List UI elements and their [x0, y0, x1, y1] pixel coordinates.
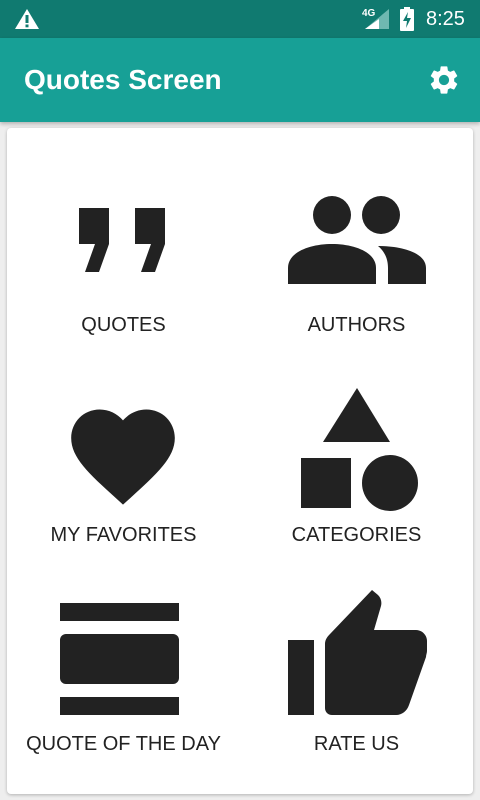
settings-button[interactable] [424, 60, 464, 100]
quote-of-the-day-tile[interactable]: QUOTE OF THE DAY [7, 599, 240, 800]
categories-label: CATEGORIES [291, 524, 422, 546]
my-favorites-label: MY FAVORITES [50, 524, 197, 546]
battery-charging-icon [400, 7, 414, 31]
signal-icon [365, 9, 389, 29]
quotes-label: QUOTES [81, 314, 166, 336]
quote-icon [79, 208, 165, 272]
page-title: Quotes Screen [24, 64, 222, 95]
categories-tile[interactable]: CATEGORIES [240, 388, 473, 600]
authors-label: AUTHORS [307, 314, 406, 336]
rate-us-label: RATE US [313, 733, 400, 755]
status-bar: 4G 8:25 [0, 0, 480, 38]
heart-icon [71, 409, 175, 505]
quotes-tile[interactable]: QUOTES [7, 180, 240, 390]
my-favorites-tile[interactable]: MY FAVORITES [7, 390, 240, 600]
authors-tile[interactable]: AUTHORS [240, 180, 473, 390]
thumb-up-icon [288, 590, 427, 715]
app-bar: Quotes Screen [0, 38, 480, 122]
clock: 8:25 [426, 8, 465, 30]
gear-icon [430, 66, 458, 94]
shapes-icon [301, 388, 418, 511]
warning-icon [15, 9, 39, 29]
view-day-icon [60, 603, 179, 715]
rate-us-tile[interactable]: RATE US [240, 590, 473, 800]
quote-of-the-day-label: QUOTE OF THE DAY [26, 733, 221, 755]
people-icon [288, 196, 426, 284]
menu-card: QUOTES AUTHORS MY FAVORITES CATEGORIES Q… [7, 128, 473, 794]
